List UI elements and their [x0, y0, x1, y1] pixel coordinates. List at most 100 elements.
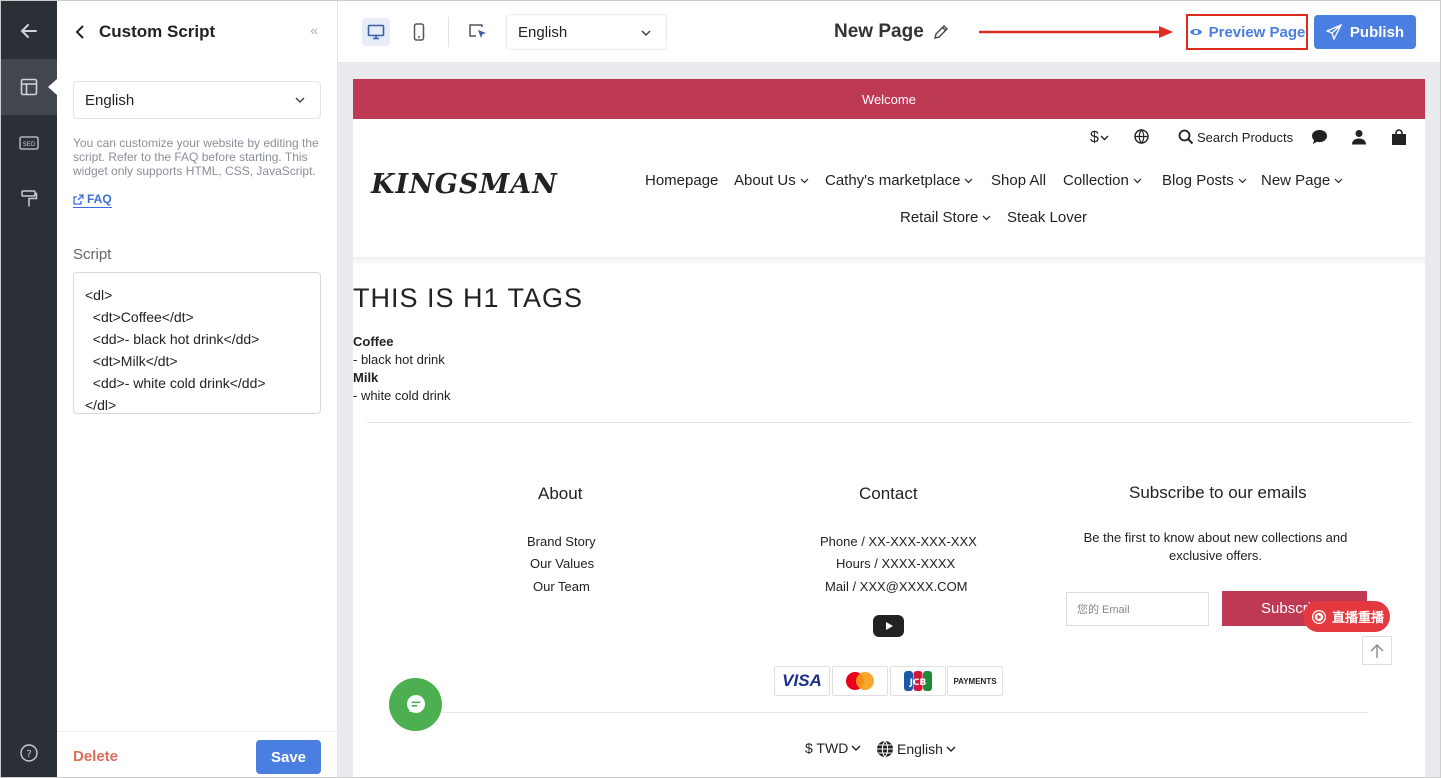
chevron-down-icon: [641, 30, 651, 37]
chat-widget-button[interactable]: [389, 678, 442, 731]
search-products[interactable]: Search Products: [1178, 129, 1293, 145]
footer-contact-mail: Mail / XXX@XXXX.COM: [825, 579, 968, 594]
script-textarea[interactable]: <dl> <dt>Coffee</dt> <dd>- black hot dri…: [73, 272, 321, 414]
save-button[interactable]: Save: [256, 740, 321, 774]
chevron-down-icon: [851, 745, 861, 751]
faq-link[interactable]: FAQ: [73, 192, 112, 208]
back-button[interactable]: [1, 3, 57, 59]
nav-item-about-us[interactable]: About Us: [734, 172, 809, 189]
store-logo[interactable]: KINGSMAN: [371, 169, 558, 200]
editor-app: SEO ? Custom Script « English You can cu…: [0, 0, 1441, 778]
nav-item-steak-lover[interactable]: Steak Lover: [1007, 209, 1087, 226]
account-button[interactable]: [1351, 129, 1367, 145]
nav-item-label: Steak Lover: [1007, 209, 1088, 226]
globe-icon: [1134, 129, 1149, 144]
chat-bubble-icon: [1312, 130, 1327, 144]
cart-button[interactable]: [1391, 129, 1407, 146]
editor-toolbar: English New Page Preview Page Publish: [338, 1, 1440, 63]
chevron-down-icon: [946, 746, 956, 752]
nav-item-new-page[interactable]: New Page: [1261, 172, 1343, 189]
live-replay-badge[interactable]: 直播重播: [1303, 601, 1390, 632]
preview-page-button[interactable]: Preview Page: [1186, 14, 1308, 50]
chat-button[interactable]: [1311, 129, 1328, 145]
pencil-icon[interactable]: [932, 23, 950, 41]
nav-item-label: New Page: [1261, 172, 1331, 189]
chevron-down-icon: [800, 178, 809, 183]
help-button[interactable]: ?: [1, 725, 57, 777]
scroll-to-top-button[interactable]: [1362, 636, 1392, 665]
language-select[interactable]: English: [73, 81, 321, 119]
chevron-left-icon[interactable]: [75, 25, 85, 39]
left-rail: SEO ?: [1, 1, 57, 777]
page-title: New Page: [834, 21, 950, 43]
toolbar-language-value: English: [518, 23, 568, 41]
seo-tab[interactable]: SEO: [1, 115, 57, 171]
dl-desc: - black hot drink: [353, 352, 445, 367]
youtube-icon[interactable]: [873, 615, 904, 637]
dl-term: Milk: [353, 370, 379, 385]
toolbar-separator: [448, 17, 449, 47]
footer-divider: [443, 712, 1367, 713]
nav-item-cathys-marketplace[interactable]: Cathy's marketplace: [825, 172, 973, 189]
footer-language-value: English: [897, 741, 943, 757]
nav-item-blog-posts[interactable]: Blog Posts: [1162, 172, 1247, 189]
chevron-down-icon: [982, 215, 991, 220]
nav-item-retail-store[interactable]: Retail Store: [900, 209, 991, 226]
publish-button[interactable]: Publish: [1314, 15, 1416, 49]
footer-link-our-values[interactable]: Our Values: [530, 556, 594, 571]
footer-currency-select[interactable]: $ TWD: [805, 740, 861, 756]
send-icon: [1325, 24, 1342, 40]
site-preview: Welcome $ Search Products KINGSMAN Homep…: [353, 79, 1425, 777]
footer-contact-hours: Hours / XXXX-XXXX: [836, 556, 956, 571]
panel-footer: Delete Save: [57, 731, 338, 777]
content-divider: [367, 422, 1412, 423]
header-divider: [353, 257, 1425, 265]
layout-icon: [20, 78, 38, 96]
footer-about-title: About: [538, 484, 583, 503]
preview-page-label: Preview Page: [1208, 23, 1306, 41]
cursor-select-icon: [469, 24, 486, 38]
nav-item-label: Shop All: [991, 172, 1047, 189]
toolbar-language-select[interactable]: English: [506, 14, 667, 50]
nav-item-homepage[interactable]: Homepage: [645, 172, 718, 189]
select-element-button[interactable]: [464, 18, 492, 46]
user-icon: [1352, 130, 1366, 145]
mastercard-logo: [832, 666, 888, 696]
email-input[interactable]: 您的 Email: [1066, 592, 1209, 626]
theme-tab[interactable]: [1, 171, 57, 227]
settings-panel: Custom Script « English You can customiz…: [57, 1, 338, 777]
nav-item-label: Homepage: [645, 172, 719, 189]
desktop-view-button[interactable]: [362, 18, 390, 46]
chevron-down-icon: [964, 178, 973, 183]
layout-tab[interactable]: [1, 59, 57, 115]
footer-contact-phone: Phone / XX-XXX-XXX-XXX: [820, 534, 977, 549]
footer-link-brand-story[interactable]: Brand Story: [527, 534, 596, 549]
currency-switcher[interactable]: $: [1090, 129, 1110, 147]
footer-language-select[interactable]: English: [876, 740, 956, 758]
nav-item-collection[interactable]: Collection: [1063, 172, 1142, 189]
language-globe-button[interactable]: [1134, 129, 1149, 144]
footer-link-our-team[interactable]: Our Team: [533, 579, 590, 594]
back-arrow-icon: [20, 24, 37, 38]
footer-subscribe-title: Subscribe to our emails: [1129, 483, 1307, 502]
preview-canvas: Welcome $ Search Products KINGSMAN Homep…: [338, 63, 1440, 777]
nav-item-label: Cathy's marketplace: [825, 172, 961, 189]
script-label: Script: [73, 246, 112, 263]
nav-item-label: Blog Posts: [1162, 172, 1234, 189]
currency-symbol: $: [1090, 129, 1099, 146]
delete-button[interactable]: Delete: [73, 748, 118, 765]
page-heading: THIS IS H1 TAGS: [353, 283, 584, 313]
nav-item-shop-all[interactable]: Shop All: [991, 172, 1046, 189]
help-text: You can customize your website by editin…: [73, 136, 319, 178]
mobile-view-button[interactable]: [405, 18, 433, 46]
eye-icon: [1189, 29, 1202, 35]
collapse-panel-icon[interactable]: «: [310, 22, 318, 38]
search-icon: [1178, 129, 1194, 145]
seo-icon-text: SEO: [23, 141, 36, 148]
faq-label: FAQ: [87, 192, 112, 206]
publish-label: Publish: [1349, 23, 1405, 41]
help-circle-icon: ?: [20, 744, 38, 762]
chevron-down-icon: [1133, 178, 1142, 183]
shopping-bag-icon: [1392, 129, 1406, 145]
visa-logo-text: VISA: [782, 671, 822, 690]
